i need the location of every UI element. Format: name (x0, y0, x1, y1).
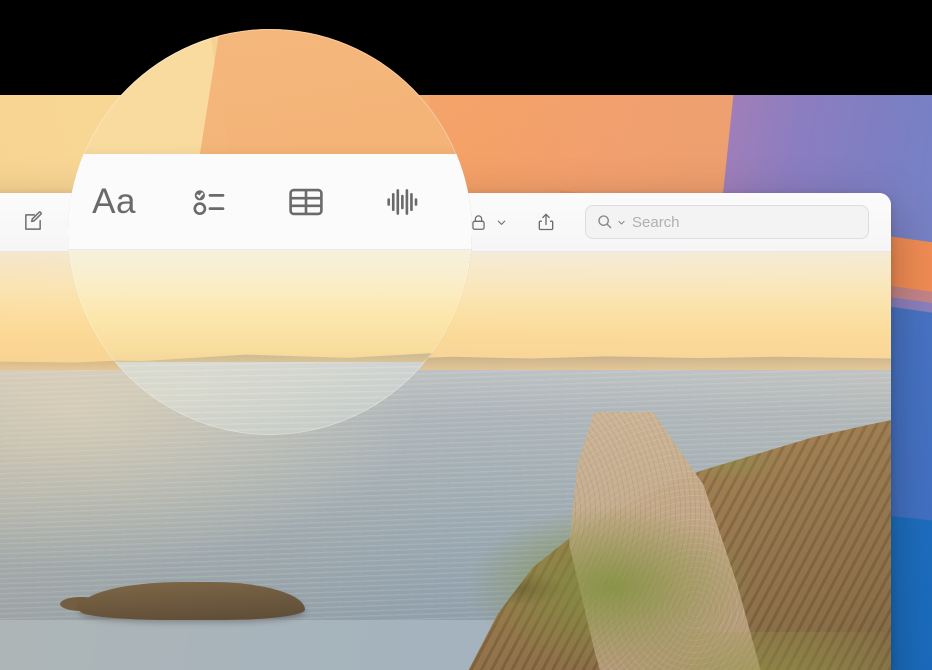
compose-note-icon[interactable] (16, 207, 50, 237)
magnified-format-toolbar: Aa (68, 154, 472, 250)
photo-grass-patch (591, 632, 891, 670)
media-control[interactable] (470, 177, 472, 227)
lock-note-control[interactable] (467, 207, 507, 237)
photo-rock-islet (80, 582, 305, 620)
toolbar-right-group: Search (467, 205, 891, 239)
checklist-icon[interactable] (182, 177, 238, 227)
photo-foreground-rock-texture (0, 652, 320, 670)
photo-foreground-rocks (0, 652, 320, 670)
photo-sun-glow (68, 362, 472, 435)
toolbar-left-group (0, 207, 50, 237)
magnifier-loupe: Aa (68, 29, 472, 435)
photo-sky (68, 250, 472, 368)
format-text-icon[interactable]: Aa (86, 177, 142, 227)
search-chevron-icon[interactable] (617, 218, 626, 227)
table-icon[interactable] (278, 177, 334, 227)
magnifier-content: Aa (68, 29, 472, 435)
search-input[interactable]: Search (585, 205, 869, 239)
media-photos-icon[interactable] (470, 177, 472, 227)
share-icon[interactable] (529, 207, 563, 237)
screenshot-stage: Search Aa (0, 0, 932, 670)
search-placeholder: Search (632, 213, 680, 231)
format-text-label: Aa (92, 182, 136, 221)
chevron-down-icon[interactable] (496, 217, 507, 228)
magnified-photo (68, 250, 472, 435)
format-toolbar-items: Aa (68, 177, 472, 227)
search-magnifier-icon (596, 213, 614, 231)
audio-waveform-icon[interactable] (374, 177, 430, 227)
